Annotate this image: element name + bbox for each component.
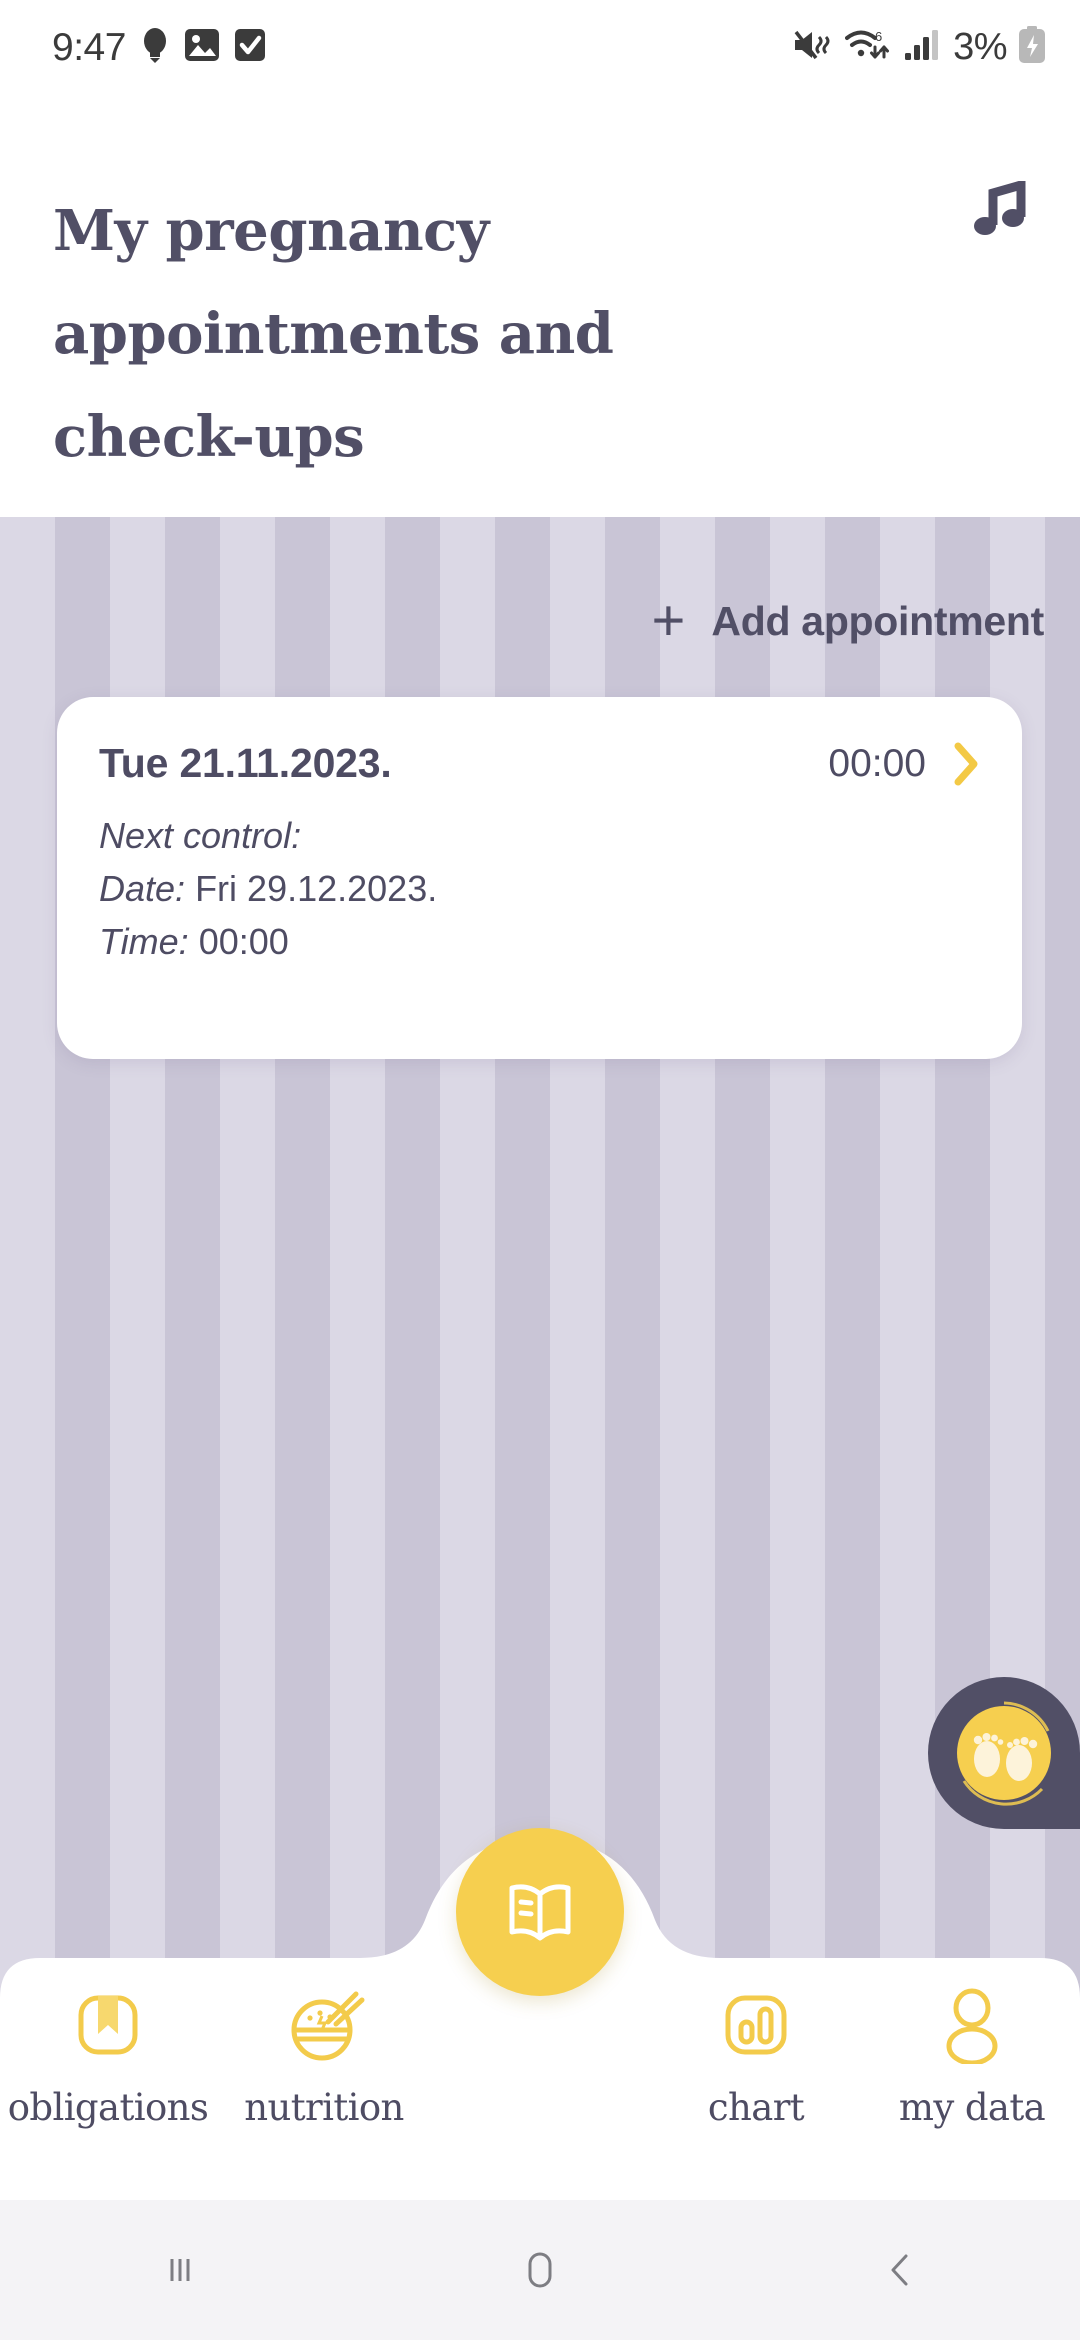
system-navigation-bar: [0, 2200, 1080, 2340]
sidebar-item-my-data[interactable]: my data: [864, 1900, 1080, 2129]
appointment-time: 00:00: [828, 741, 926, 785]
recent-apps-icon[interactable]: [0, 2246, 360, 2294]
status-bar-left: 9:47: [52, 26, 266, 70]
baby-footprints-button[interactable]: [928, 1677, 1080, 1829]
open-book-icon: [509, 1884, 571, 1941]
svg-text:6: 6: [875, 29, 882, 44]
time-label: Time:: [99, 921, 189, 962]
bar-chart-icon: [719, 1982, 793, 2068]
next-control-label: Next control:: [99, 815, 302, 856]
time-value: 00:00: [198, 921, 289, 962]
checkbox-icon: [234, 27, 266, 68]
date-value: Fri 29.12.2023.: [195, 868, 438, 909]
rice-bowl-icon: [282, 1982, 366, 2068]
plus-icon: +: [651, 588, 686, 653]
home-icon[interactable]: [360, 2244, 720, 2296]
sidebar-item-label: chart: [707, 2086, 805, 2129]
bulb-icon: [140, 26, 170, 69]
add-appointment-button[interactable]: + Add appointment: [651, 588, 1045, 653]
sidebar-item-chart[interactable]: chart: [648, 1900, 864, 2129]
appointment-date: Tue 21.11.2023.: [99, 740, 392, 786]
next-control-time-row: Time: 00:00: [99, 915, 1022, 968]
next-control-row: Next control:: [99, 809, 1022, 862]
sidebar-item-nutrition[interactable]: nutrition: [216, 1900, 432, 2129]
battery-percent-label: 3%: [953, 26, 1007, 68]
sidebar-item-obligations[interactable]: obligations: [0, 1900, 216, 2129]
appointment-card[interactable]: Tue 21.11.2023. 00:00 Next control: Date…: [57, 697, 1022, 1059]
bookmark-icon: [71, 1982, 145, 2068]
sidebar-item-label: my data: [898, 2086, 1046, 2129]
battery-charging-icon: [1018, 26, 1046, 69]
chevron-right-icon[interactable]: [954, 742, 980, 786]
sidebar-item-diary-button[interactable]: [456, 1828, 624, 1996]
wifi-6-icon: 6: [845, 27, 893, 68]
sidebar-item-label: nutrition: [244, 2086, 404, 2129]
date-label: Date:: [99, 868, 186, 909]
status-bar-clock: 9:47: [52, 25, 126, 69]
status-bar: 9:47 6 3%: [0, 0, 1080, 95]
appointment-card-body: Next control: Date: Fri 29.12.2023. Time…: [57, 787, 1022, 968]
sidebar-item-label: obligations: [7, 2086, 209, 2129]
bottom-navigation: obligations nutrition chart my data: [0, 1828, 1080, 2200]
baby-footprints-icon: [957, 1701, 1051, 1806]
appointment-card-header: Tue 21.11.2023. 00:00: [57, 697, 1022, 787]
app-header: My pregnancy appointments and check-ups: [0, 95, 1080, 517]
status-bar-right: 6 3%: [792, 26, 1046, 69]
page-title: My pregnancy appointments and check-ups: [53, 198, 614, 470]
signal-bars-icon: [904, 29, 942, 66]
next-control-date-row: Date: Fri 29.12.2023.: [99, 862, 1022, 915]
add-appointment-label: Add appointment: [711, 597, 1044, 644]
content-area: + Add appointment Tue 21.11.2023. 00:00 …: [0, 517, 1080, 2200]
music-note-icon[interactable]: [966, 173, 1038, 251]
image-icon: [184, 27, 220, 68]
back-icon[interactable]: [720, 2244, 1080, 2296]
person-icon: [937, 1982, 1007, 2068]
mute-vibrate-icon: [792, 28, 834, 67]
